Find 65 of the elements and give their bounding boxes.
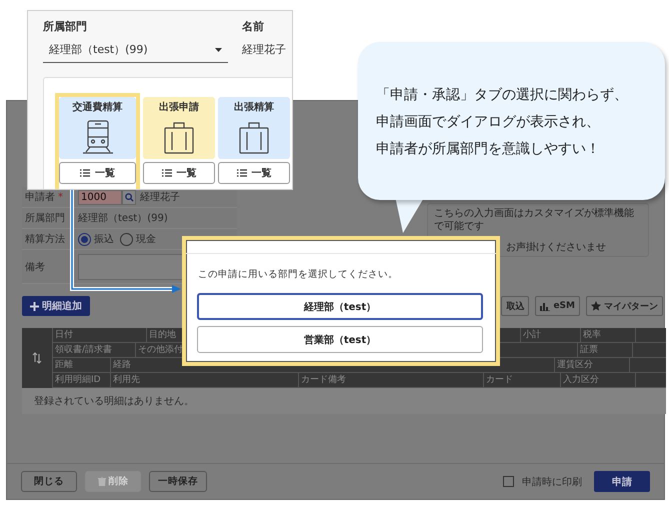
column-header: カード [484,373,561,387]
dialog-message: この申請に用いる部門を選択してください。 [198,268,399,281]
menu-tile[interactable]: 出張申請 [143,97,215,159]
field-label: 精算方法 [24,232,66,246]
search-icon [124,192,134,202]
add-detail-button[interactable]: 明細追加 [22,296,90,316]
bubble-text: 「申請・承認」タブの選択に関わらず、 [376,86,629,105]
name-value: 経理花子 [242,42,287,58]
column-header: 入力区分 [561,373,636,387]
sort-icon [32,352,42,364]
column-header: 領収書/請求書 [53,343,136,357]
applicant-code-field[interactable]: 1000 [78,190,122,204]
notice-text: こちらの入力画面はカスタマイズが標準機能で可能です [434,207,635,233]
field-label: 申請者 * [24,190,64,204]
column-header: 税率 [581,328,636,342]
radio-button[interactable] [78,232,91,246]
department-label: 所属部門 [43,19,88,35]
list-button[interactable]: 一覧 [59,162,136,184]
toolbar-button[interactable]: マイパターン [586,296,663,316]
column-header: カード備考 [299,373,484,387]
print-checkbox[interactable] [503,476,514,487]
department-option[interactable]: 営業部（test） [197,326,483,353]
tile-title: 出張申請 [159,100,199,114]
toolbar-button[interactable]: 取込 [501,296,530,316]
bubble-text: 申請画面でダイアログが表示され、 [376,113,601,132]
footer-button[interactable]: 閉じる [21,471,77,492]
notice-text: お声掛けくださいませ [506,241,607,254]
radio-label: 振込 [94,232,114,246]
list-icon [162,169,172,177]
column-header: 日付 [53,328,147,342]
column-header: 証票 [578,343,633,357]
column-header: 運賃区分 [555,358,630,372]
column-header: 利用明細ID [53,373,111,387]
column-header: 利用先 [111,373,299,387]
column-header: 距離 [53,358,111,372]
department-option[interactable]: 経理部（test） [197,293,483,320]
applicant-name: 経理花子 [140,190,180,204]
radio-button[interactable] [120,232,133,246]
trash-icon [98,477,106,486]
list-icon [236,169,246,177]
plus-icon [30,302,39,310]
field-label: 所属部門 [24,212,66,225]
star-icon [591,301,601,311]
field-value: 経理部（test）(99) [78,212,168,225]
name-label: 名前 [242,19,265,35]
bar-chart-icon [540,302,550,310]
empty-message: 登録されている明細はありません。 [34,395,194,408]
bubble-text: 申請者が所属部門を意識しやすい！ [376,140,601,159]
list-button[interactable]: 一覧 [218,162,290,184]
checkbox-label: 申請時に印刷 [522,476,582,488]
menu-tile[interactable]: 出張精算 [218,97,290,159]
submit-button[interactable]: 申請 [594,471,650,492]
department-select[interactable]: 経理部（test）(99) [43,37,228,63]
tile-title: 出張精算 [234,100,274,114]
caret-icon [215,48,222,52]
list-button[interactable]: 一覧 [143,162,215,184]
tile-title: 交通費精算 [72,100,122,114]
search-button[interactable] [122,190,136,204]
toolbar-button[interactable]: eSM [535,296,580,316]
list-icon [80,169,90,177]
menu-tile[interactable]: 交通費精算 [59,97,136,159]
radio-label: 現金 [136,233,156,246]
field-label: 備考 [24,260,46,274]
footer-button[interactable]: 一時保存 [149,471,207,492]
column-header: 小計 [521,328,581,342]
